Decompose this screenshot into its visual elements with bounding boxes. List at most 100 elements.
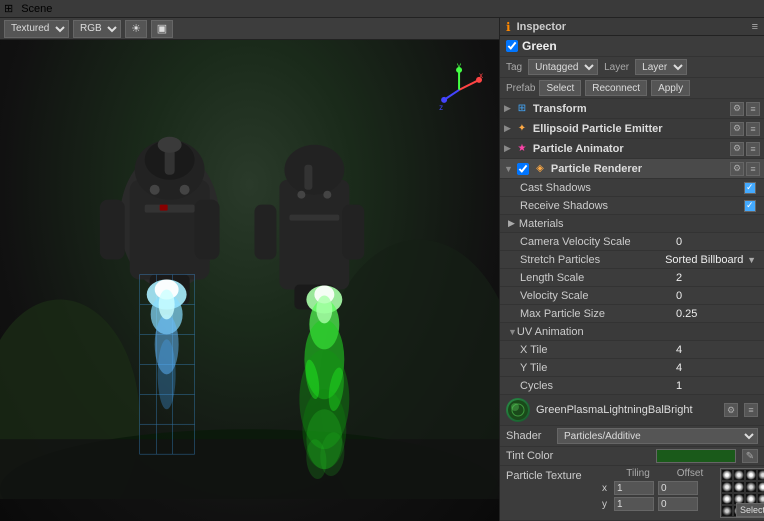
emitter-icon: ✦ [515, 122, 529, 136]
tiling-x-row: x [602, 481, 714, 495]
scene-panel-title: Scene [21, 3, 52, 15]
emitter-menu-btn[interactable]: ≡ [746, 122, 760, 136]
x-tile-value: 4 [676, 344, 756, 356]
length-scale-label: Length Scale [520, 272, 676, 284]
camera-velocity-scale-row: Camera Velocity Scale 0 [500, 233, 764, 251]
tiling-y-row: y [602, 497, 714, 511]
stretch-particles-value: Sorted Billboard [665, 254, 745, 266]
svg-text:z: z [439, 103, 443, 112]
inspector-header: ℹ Inspector ≡ [500, 18, 764, 36]
length-scale-value: 2 [676, 272, 756, 284]
y-tile-label: Y Tile [520, 362, 676, 374]
tag-select[interactable]: Untagged [528, 59, 598, 75]
uv-animation-header: ▼ UV Animation [500, 323, 764, 341]
cast-shadows-checkbox[interactable] [744, 182, 756, 194]
scene-viewport[interactable]: x y z [0, 40, 499, 521]
object-enabled-checkbox[interactable] [506, 40, 518, 52]
renderer-settings-btn[interactable]: ⚙ [730, 162, 744, 176]
animator-name: Particle Animator [533, 143, 726, 155]
stretch-particles-row: Stretch Particles Sorted Billboard ▼ [500, 251, 764, 269]
tag-layer-row: Tag Untagged Layer Layer [500, 57, 764, 78]
tint-color-row: Tint Color ✎ [500, 447, 764, 466]
texture-preview: Select [720, 468, 764, 518]
tint-picker-btn[interactable]: ✎ [742, 449, 758, 463]
color-mode-select[interactable]: RGB [73, 20, 121, 38]
emitter-buttons: ⚙ ≡ [730, 122, 760, 136]
inspector-panel: ℹ Inspector ≡ Green Tag Untagged Layer L… [500, 18, 764, 521]
velocity-scale-label: Velocity Scale [520, 290, 676, 302]
materials-section-header: ▶ Materials [500, 215, 764, 233]
material-settings-btn[interactable]: ⚙ [724, 403, 738, 417]
renderer-enabled-checkbox[interactable] [517, 163, 529, 175]
materials-arrow[interactable]: ▶ [508, 218, 515, 229]
inspector-title: Inspector [517, 21, 567, 33]
animator-buttons: ⚙ ≡ [730, 142, 760, 156]
cast-shadows-row: Cast Shadows [500, 179, 764, 197]
prefab-select-btn[interactable]: Select [539, 80, 581, 96]
transform-arrow[interactable]: ▶ [504, 103, 511, 114]
tint-color-box[interactable] [656, 449, 736, 463]
y-tile-row: Y Tile 4 [500, 359, 764, 377]
view-mode-select[interactable]: Textured [4, 20, 69, 38]
x-axis-label: x [602, 483, 610, 494]
receive-shadows-checkbox[interactable] [744, 200, 756, 212]
tiling-y-input[interactable] [614, 497, 654, 511]
stretch-particles-label: Stretch Particles [520, 254, 665, 266]
transform-settings-btn[interactable]: ⚙ [730, 102, 744, 116]
particle-texture-label: Particle Texture [506, 468, 596, 482]
shader-row: Shader Particles/Additive [500, 426, 764, 447]
renderer-buttons: ⚙ ≡ [730, 162, 760, 176]
inspector-menu-icon[interactable]: ≡ [752, 21, 758, 33]
layer-label: Layer [604, 62, 629, 73]
animator-arrow[interactable]: ▶ [504, 143, 511, 154]
max-particle-size-row: Max Particle Size 0.25 [500, 305, 764, 323]
offset-header-label: Offset [666, 468, 714, 479]
scene-panel: Textured RGB ☀ ▣ [0, 18, 500, 521]
tiling-x-input[interactable] [614, 481, 654, 495]
shader-select[interactable]: Particles/Additive [557, 428, 758, 444]
transform-icon: ⊞ [515, 102, 529, 116]
prefab-label: Prefab [506, 83, 535, 94]
transform-menu-btn[interactable]: ≡ [746, 102, 760, 116]
animator-settings-btn[interactable]: ⚙ [730, 142, 744, 156]
prefab-reconnect-btn[interactable]: Reconnect [585, 80, 647, 96]
offset-x-input[interactable] [658, 481, 698, 495]
renderer-menu-btn[interactable]: ≡ [746, 162, 760, 176]
emitter-name: Ellipsoid Particle Emitter [533, 123, 726, 135]
prefab-apply-btn[interactable]: Apply [651, 80, 690, 96]
image-icon-btn[interactable]: ▣ [151, 20, 173, 38]
y-tile-value: 4 [676, 362, 756, 374]
stretch-dropdown-arrow[interactable]: ▼ [747, 255, 756, 265]
layer-select[interactable]: Layer [635, 59, 687, 75]
camera-velocity-scale-value: 0 [676, 236, 756, 248]
texture-select-btn[interactable]: Select [736, 503, 764, 517]
emitter-arrow[interactable]: ▶ [504, 123, 511, 134]
cycles-label: Cycles [520, 380, 676, 392]
tag-label: Tag [506, 62, 522, 73]
material-menu-btn[interactable]: ≡ [744, 403, 758, 417]
renderer-component-row: ▼ ◈ Particle Renderer ⚙ ≡ [500, 159, 764, 179]
renderer-arrow[interactable]: ▼ [504, 164, 513, 174]
cast-shadows-label: Cast Shadows [520, 182, 744, 194]
scene-content: x y z [0, 40, 499, 499]
velocity-scale-row: Velocity Scale 0 [500, 287, 764, 305]
receive-shadows-label: Receive Shadows [520, 200, 744, 212]
tiling-header: Tiling Offset [602, 468, 714, 479]
cycles-row: Cycles 1 [500, 377, 764, 395]
y-axis-label: y [602, 499, 610, 510]
uv-arrow[interactable]: ▼ [508, 327, 517, 337]
sun-icon-btn[interactable]: ☀ [125, 20, 147, 38]
texture-tiling-area: Tiling Offset x y [602, 468, 714, 511]
emitter-settings-btn[interactable]: ⚙ [730, 122, 744, 136]
x-tile-row: X Tile 4 [500, 341, 764, 359]
object-header: Green [500, 36, 764, 57]
animator-component-row: ▶ ★ Particle Animator ⚙ ≡ [500, 139, 764, 159]
cycles-value: 1 [676, 380, 756, 392]
offset-y-input[interactable] [658, 497, 698, 511]
inspector-content: Green Tag Untagged Layer Layer Prefab Se… [500, 36, 764, 521]
renderer-icon: ◈ [533, 162, 547, 176]
animator-menu-btn[interactable]: ≡ [746, 142, 760, 156]
material-name: GreenPlasmaLightningBalBright [536, 404, 718, 416]
material-icon [506, 398, 530, 422]
renderer-name: Particle Renderer [551, 163, 726, 175]
